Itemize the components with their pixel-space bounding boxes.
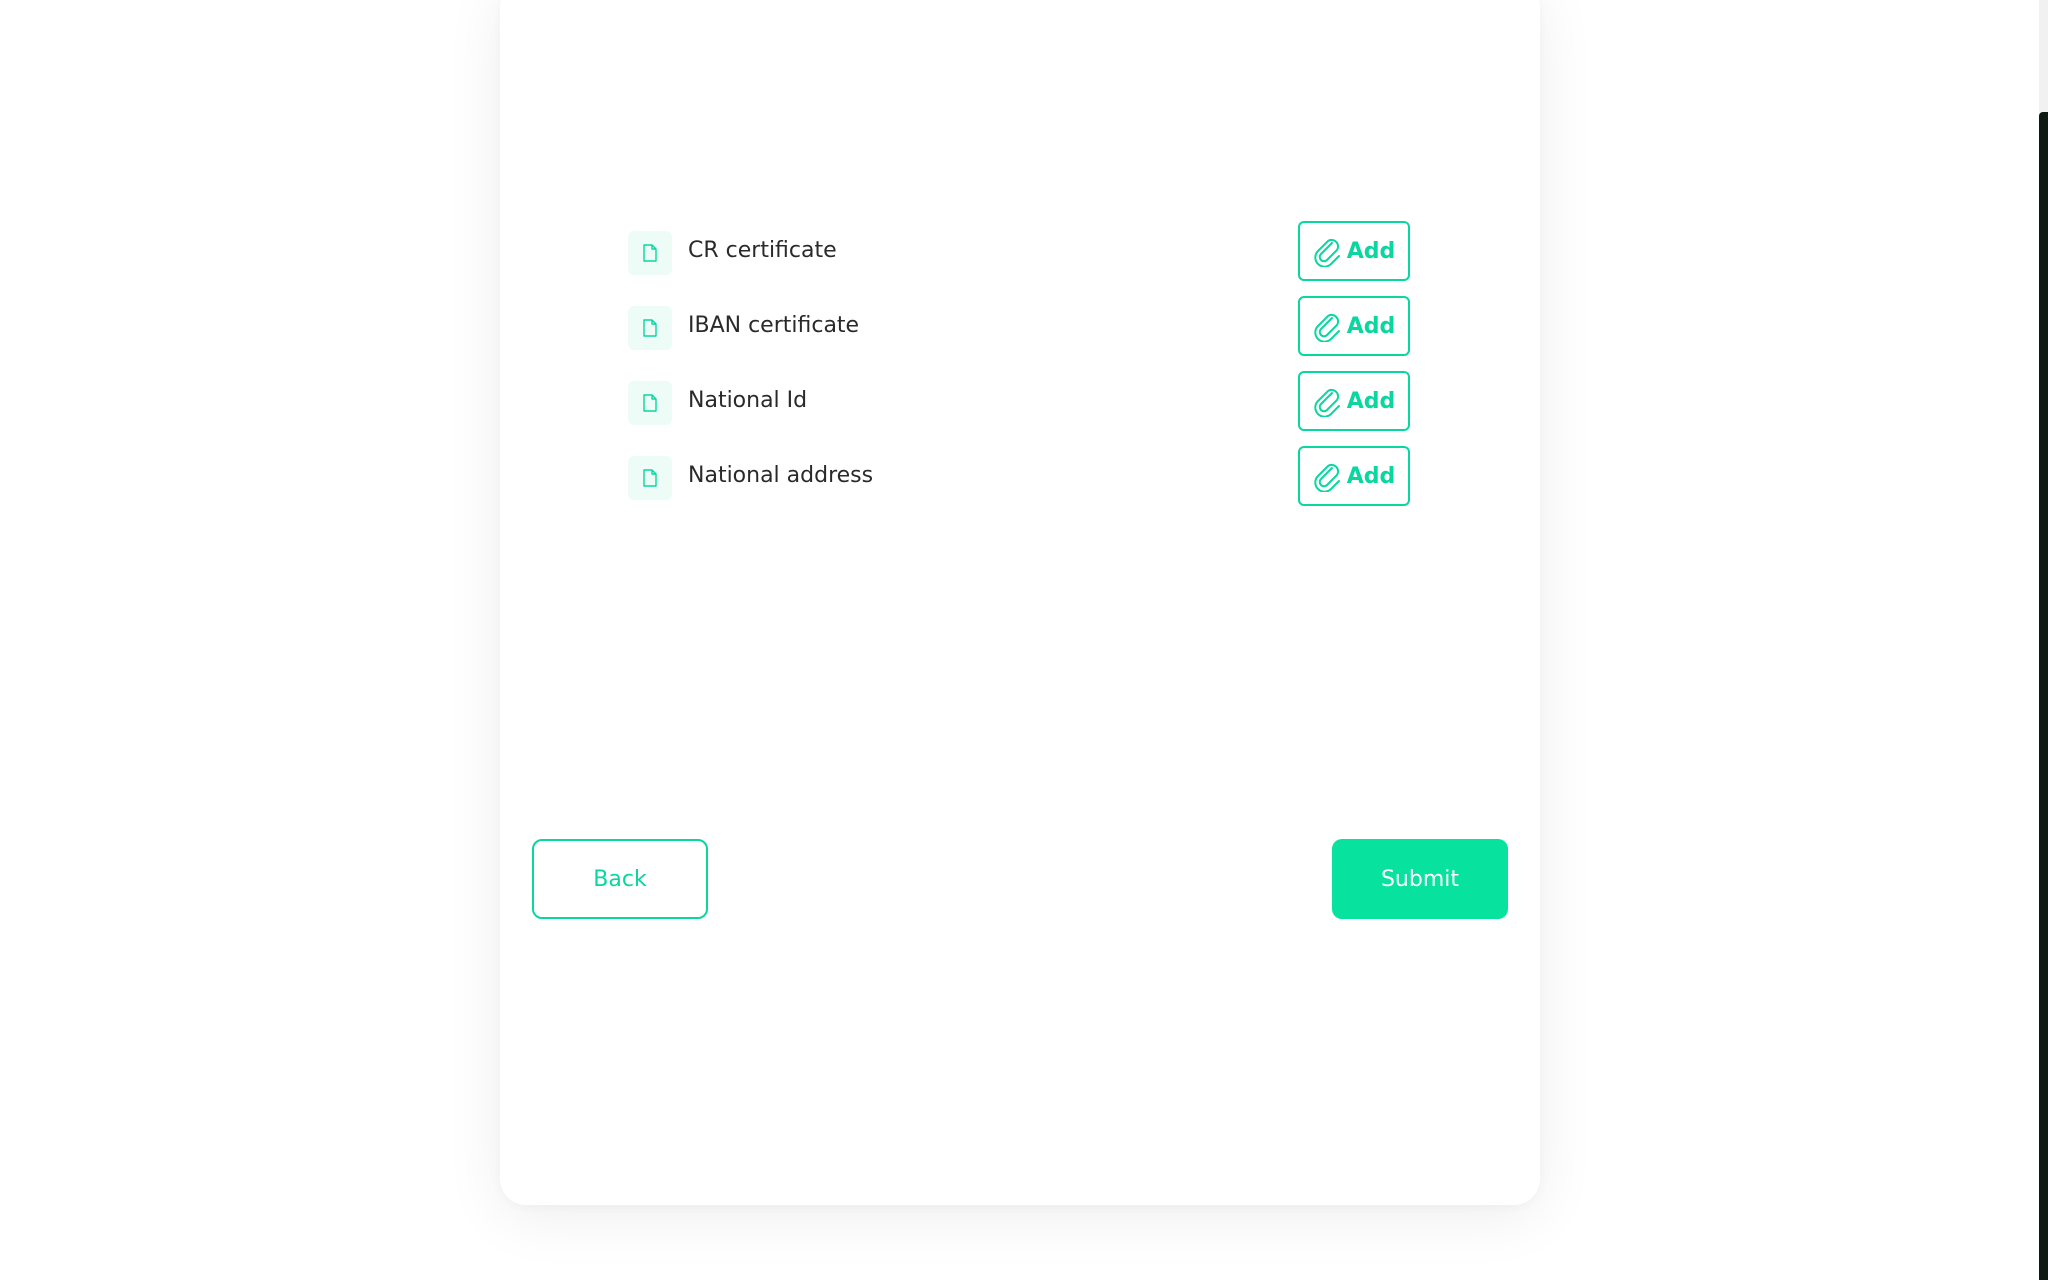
file-icon xyxy=(628,381,672,425)
file-icon xyxy=(628,306,672,350)
document-row-national-address: National address Add xyxy=(628,446,1410,521)
add-national-address-button[interactable]: Add xyxy=(1298,446,1410,506)
add-button-label: Add xyxy=(1346,388,1396,414)
submit-button[interactable]: Submit xyxy=(1332,839,1508,919)
upload-documents-card: CR certificate Add IBAN certificate Add … xyxy=(500,0,1540,1205)
document-row-iban-certificate: IBAN certificate Add xyxy=(628,296,1410,371)
document-row-national-id: National Id Add xyxy=(628,371,1410,446)
add-button-label: Add xyxy=(1346,313,1396,339)
add-button-label: Add xyxy=(1346,238,1396,264)
back-button[interactable]: Back xyxy=(532,839,708,919)
document-row-cr-certificate: CR certificate Add xyxy=(628,221,1410,296)
add-cr-certificate-button[interactable]: Add xyxy=(1298,221,1410,281)
document-label: CR certificate xyxy=(688,238,837,263)
paperclip-icon xyxy=(1313,235,1343,267)
page: CR certificate Add IBAN certificate Add … xyxy=(0,0,2048,1280)
file-icon xyxy=(628,456,672,500)
document-list: CR certificate Add IBAN certificate Add … xyxy=(628,221,1410,521)
paperclip-icon xyxy=(1313,310,1343,342)
document-label: National address xyxy=(688,463,874,488)
paperclip-icon xyxy=(1313,460,1343,492)
add-iban-certificate-button[interactable]: Add xyxy=(1298,296,1410,356)
add-button-label: Add xyxy=(1346,463,1396,489)
scrollbar-thumb[interactable] xyxy=(2039,112,2048,1280)
add-national-id-button[interactable]: Add xyxy=(1298,371,1410,431)
scrollbar-track[interactable] xyxy=(2039,0,2048,1280)
document-label: National Id xyxy=(688,388,808,413)
paperclip-icon xyxy=(1313,385,1343,417)
file-icon xyxy=(628,231,672,275)
document-label: IBAN certificate xyxy=(688,313,860,338)
